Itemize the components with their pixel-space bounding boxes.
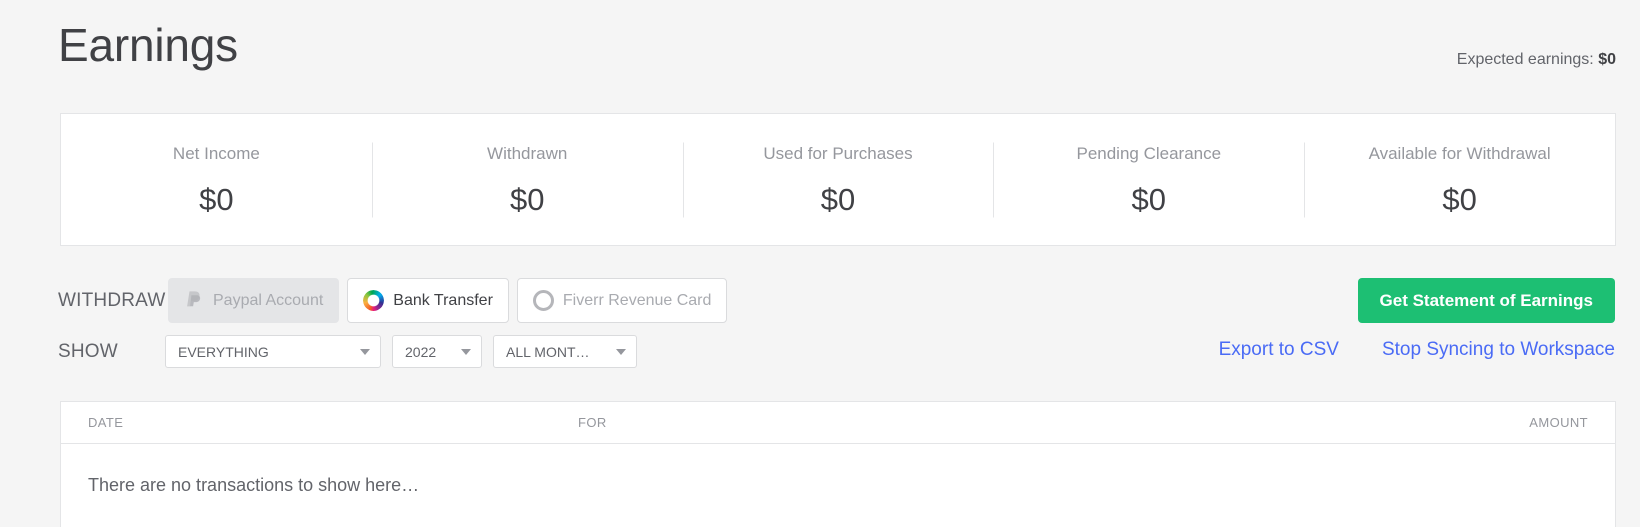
stat-value: $0 (820, 181, 856, 217)
expected-earnings-label: Expected earnings: (1456, 51, 1594, 68)
withdraw-row: WITHDRAW Paypal Account Bank Transfer Fi… (0, 278, 1640, 326)
chevron-down-icon (461, 348, 471, 355)
page-title: Earnings (58, 19, 238, 71)
stat-value: $0 (1131, 181, 1167, 217)
action-links: Export to CSV Stop Syncing to Workspace (1219, 339, 1615, 361)
column-header-date: DATE (88, 415, 124, 430)
expected-earnings-value: $0 (1598, 51, 1616, 68)
multicolor-ring-icon (363, 290, 385, 311)
stats-row: Net Income $0 Withdrawn $0 Used for Purc… (61, 114, 1615, 245)
grey-ring-icon (532, 290, 554, 311)
column-header-for: FOR (578, 415, 607, 430)
stat-available-for-withdrawal: Available for Withdrawal $0 (1304, 145, 1615, 215)
stat-value: $0 (199, 181, 234, 217)
page-header: Earnings Expected earnings: $0 (0, 0, 1640, 100)
earnings-page: Earnings Expected earnings: $0 Net Incom… (0, 0, 1640, 527)
stat-label: Pending Clearance (1076, 143, 1222, 163)
stat-value: $0 (509, 181, 545, 217)
month-filter-select[interactable]: ALL MONT… (493, 335, 637, 368)
stat-net-income: Net Income $0 (61, 145, 372, 215)
table-empty-message: There are no transactions to show here… (88, 475, 420, 495)
type-filter-select[interactable]: EVERYTHING (165, 335, 381, 368)
payment-method-fiverr-revenue-card[interactable]: Fiverr Revenue Card (516, 278, 728, 323)
table-empty-row: There are no transactions to show here… (61, 444, 1615, 527)
show-label: SHOW (58, 341, 118, 362)
show-row: SHOW EVERYTHING 2022 ALL MONT… Export to… (0, 335, 1640, 369)
export-csv-link[interactable]: Export to CSV (1219, 339, 1339, 361)
stat-value: $0 (1442, 181, 1477, 217)
filter-group: EVERYTHING 2022 ALL MONT… (165, 335, 637, 368)
stat-label: Withdrawn (487, 143, 568, 163)
stat-label: Available for Withdrawal (1368, 143, 1551, 163)
get-statement-of-earnings-button[interactable]: Get Statement of Earnings (1357, 278, 1615, 323)
payment-method-group: Paypal Account Bank Transfer Fiverr Reve… (168, 278, 728, 323)
chevron-down-icon (616, 348, 626, 355)
month-filter-value: ALL MONT… (506, 343, 590, 360)
expected-earnings: Expected earnings: $0 (1457, 51, 1616, 69)
type-filter-value: EVERYTHING (178, 343, 269, 360)
column-header-amount: AMOUNT (1529, 415, 1588, 430)
year-filter-value: 2022 (405, 343, 437, 360)
payment-method-label: Fiverr Revenue Card (562, 291, 712, 309)
payment-method-bank-transfer[interactable]: Bank Transfer (347, 278, 509, 323)
withdraw-label: WITHDRAW (58, 290, 166, 311)
stat-label: Net Income (172, 143, 260, 163)
stat-pending-clearance: Pending Clearance $0 (993, 145, 1304, 215)
transactions-table: DATE FOR AMOUNT There are no transaction… (60, 401, 1616, 527)
stat-label: Used for Purchases (763, 143, 913, 163)
stats-card: Net Income $0 Withdrawn $0 Used for Purc… (60, 113, 1616, 246)
table-header-row: DATE FOR AMOUNT (61, 402, 1615, 444)
payment-method-paypal[interactable]: Paypal Account (168, 278, 340, 323)
payment-method-label: Paypal Account (213, 291, 324, 309)
stat-used-for-purchases: Used for Purchases $0 (683, 145, 994, 215)
paypal-icon (184, 290, 204, 312)
stat-withdrawn: Withdrawn $0 (372, 145, 683, 215)
chevron-down-icon (360, 348, 370, 355)
stop-syncing-link[interactable]: Stop Syncing to Workspace (1382, 339, 1615, 361)
year-filter-select[interactable]: 2022 (392, 335, 482, 368)
payment-method-label: Bank Transfer (393, 291, 493, 309)
